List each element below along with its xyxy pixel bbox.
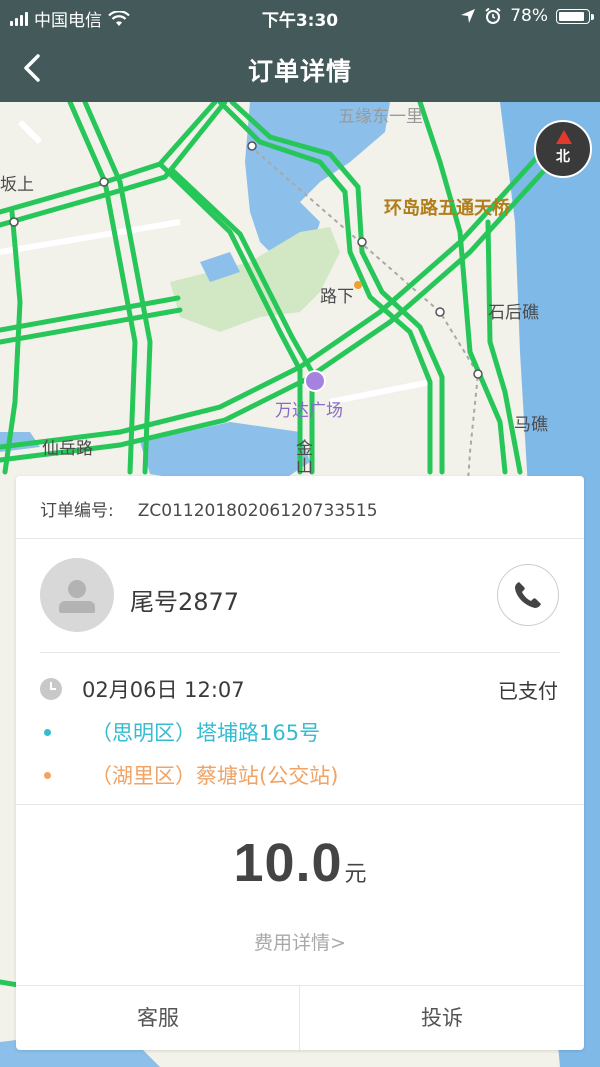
- map-label-shan: 山: [296, 457, 313, 477]
- order-time-row: 02月06日 12:07: [40, 674, 245, 704]
- map-label-huandao: 环岛路五通天桥: [384, 198, 510, 219]
- alarm-icon: [485, 7, 501, 24]
- dropoff-dot-icon: [44, 771, 51, 779]
- divider: [16, 804, 584, 805]
- pickup-address: （思明区）塔埔路165号: [91, 721, 321, 745]
- divider: [16, 538, 584, 539]
- order-card: 订单编号: ZC01120180206120733515 尾号2877 02月06…: [16, 476, 584, 1050]
- call-button[interactable]: [497, 564, 559, 626]
- payment-status: 已支付: [498, 679, 558, 703]
- clock-icon: [40, 678, 62, 700]
- map-label-banshang: 坂上: [0, 175, 34, 195]
- dropoff-address: （湖里区）蔡塘站(公交站): [91, 764, 339, 788]
- dropoff-address-row: （湖里区）蔡塘站(公交站): [44, 760, 338, 790]
- shopping-bag-icon: [304, 370, 326, 392]
- order-number-row: 订单编号: ZC01120180206120733515: [40, 496, 378, 521]
- phone-icon: [515, 582, 541, 608]
- compass-button[interactable]: 北: [534, 120, 592, 178]
- compass-needle-icon: [556, 130, 572, 144]
- pickup-address-row: （思明区）塔埔路165号: [44, 717, 320, 747]
- price-display: 10.0元: [16, 832, 584, 894]
- page-title: 订单详情: [247, 57, 352, 86]
- map-label-luxia: 路下: [320, 287, 354, 307]
- map-label-xianyue: 仙岳路: [42, 439, 93, 459]
- status-bar: 中国电信 下午3:30 78%: [0, 0, 600, 34]
- price-amount: 10.0: [233, 833, 343, 893]
- price-unit: 元: [344, 862, 367, 887]
- order-datetime: 02月06日 12:07: [82, 678, 245, 702]
- battery-icon: [556, 8, 594, 24]
- complaint-button[interactable]: 投诉: [300, 986, 584, 1050]
- customer-service-button[interactable]: 客服: [16, 986, 300, 1050]
- location-arrow-icon: [461, 9, 476, 23]
- map-label-wuyuan: 五缘东一里: [338, 107, 423, 127]
- avatar: [40, 558, 114, 632]
- map-label-wanda: 万达广场: [275, 401, 343, 421]
- nav-bar: 订单详情: [0, 34, 600, 102]
- order-number-label: 订单编号:: [40, 501, 114, 521]
- pickup-dot-icon: [44, 728, 51, 736]
- order-number: ZC01120180206120733515: [137, 501, 378, 521]
- divider: [40, 652, 560, 653]
- driver-name: 尾号2877: [130, 588, 240, 616]
- compass-label: 北: [556, 149, 570, 165]
- map-label-majiao: 马礁: [514, 415, 548, 435]
- map-label-shihou: 石后礁: [488, 303, 539, 323]
- fee-detail-link[interactable]: 费用详情>: [16, 928, 584, 955]
- battery-percent: 78%: [510, 6, 548, 26]
